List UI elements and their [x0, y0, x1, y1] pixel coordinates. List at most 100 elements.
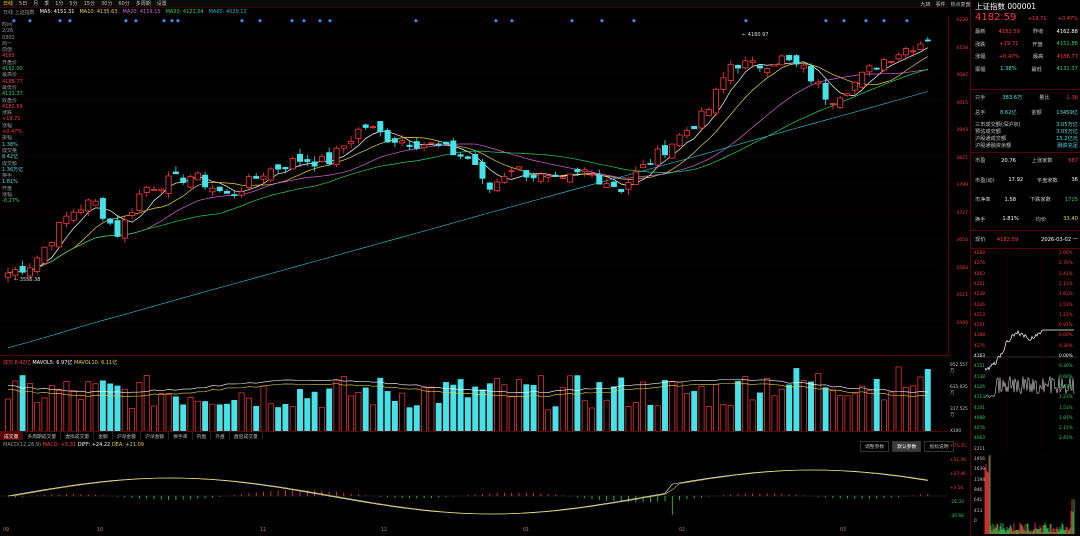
period-3[interactable]: 季	[44, 0, 49, 7]
volume-bar	[596, 382, 603, 431]
period-4[interactable]: 1分	[55, 0, 63, 7]
quote-val: 4182.59	[998, 28, 1020, 35]
quote-key2: 上涨家数	[1031, 158, 1053, 164]
mini-right-tick: 1.21%	[1059, 312, 1073, 318]
volume-bar	[574, 375, 581, 431]
indicator-tab[interactable]: 沪深金额	[113, 432, 142, 440]
candle-body	[764, 68, 771, 74]
indicator-tab[interactable]: 金额	[94, 432, 113, 440]
price-change: +19.71	[1027, 16, 1047, 22]
candle-body	[136, 193, 143, 211]
candle-body	[822, 82, 829, 100]
mini-left-tick: 4126	[974, 384, 985, 390]
period-10[interactable]: 设置	[157, 0, 167, 7]
flow-key: 沪股通融资余额	[975, 143, 1012, 149]
indicator-tab[interactable]: 换手率	[169, 432, 193, 440]
candle-body	[691, 125, 698, 130]
quote-row: 只手 383.6万 量比 1.36	[975, 92, 1078, 103]
quote-val2: 4162.88	[1056, 28, 1078, 35]
macd-btn[interactable]: 默认参数	[892, 441, 922, 452]
mini-left-tick: 4163	[974, 354, 985, 359]
candle-body	[589, 173, 596, 176]
candle-body	[413, 141, 420, 149]
volume-bar	[114, 385, 121, 431]
volume-bar	[640, 381, 647, 431]
period-9[interactable]: 多周期	[136, 0, 151, 7]
divider	[971, 230, 1080, 231]
candle-body	[187, 176, 194, 188]
volume-bar	[187, 397, 194, 431]
vol-tick: 952.557万	[950, 363, 968, 374]
macd-btn[interactable]: 调整参数	[860, 441, 890, 452]
tool-2[interactable]: 热点复盘	[951, 1, 971, 8]
volume-bar	[523, 384, 530, 431]
quote-val2: 4131.37	[1056, 66, 1078, 72]
candle-body	[56, 222, 63, 248]
candle-body	[647, 163, 654, 165]
volume-bar	[260, 385, 267, 431]
candle-body	[78, 209, 85, 213]
volume-bar	[85, 381, 92, 431]
volume-bar	[297, 389, 303, 431]
indicator-tab[interactable]: 虚拟成交量	[61, 432, 95, 440]
mini-left-tick: 4226	[974, 302, 985, 308]
volume-chart[interactable]	[0, 357, 948, 432]
period-2[interactable]: 月	[33, 0, 38, 7]
price-tick: 4087	[956, 73, 968, 78]
divider	[971, 248, 1080, 249]
macd-tick: +51.36	[950, 458, 966, 463]
mini-right-tick: 2.11%	[1059, 281, 1073, 287]
candle-body	[654, 148, 661, 166]
indicator-tab[interactable]: 内盘	[193, 432, 212, 440]
quote-key2: 最高	[1032, 54, 1044, 60]
mini-left-tick: 4101	[974, 405, 985, 411]
event-dot: ◆	[494, 18, 498, 24]
candle-body	[48, 242, 55, 247]
price-tick: 3439	[956, 320, 968, 326]
volume-bar	[859, 385, 866, 431]
candle-body	[391, 138, 398, 143]
volume-bar	[143, 374, 150, 431]
indicator-tab[interactable]: 外盘	[211, 432, 230, 440]
volume-bar	[362, 387, 369, 431]
mini-left-tick: 4176	[974, 343, 985, 349]
ma60-line	[7, 91, 928, 349]
indicator-tabs: 成交量 多周期成交量 虚拟成交量 金额 沪深金额 沪深金额 换手率 内盘 外盘 盘后成交量	[0, 432, 948, 440]
volume-bar	[165, 394, 172, 431]
candle-body	[428, 142, 435, 145]
macd-chart[interactable]	[0, 441, 948, 528]
indicator-tab[interactable]: 多周期成交量	[23, 432, 62, 440]
tool-1[interactable]: 事件	[936, 1, 946, 8]
quote-val: 20.76	[1001, 157, 1016, 164]
candle-body	[399, 140, 406, 144]
period-0[interactable]: 日线	[3, 0, 13, 7]
candle-body	[180, 177, 187, 183]
mini-left-tick: 1194	[974, 477, 985, 483]
period-5[interactable]: 5分	[69, 0, 77, 7]
flow-row: 三市成交额(深沪京) 3.05万亿	[975, 121, 1078, 128]
indicator-tab[interactable]: 盘后成交量	[230, 432, 263, 440]
period-6[interactable]: 15分	[84, 0, 95, 7]
quote-val: 4182.59	[996, 236, 1019, 243]
period-7[interactable]: 30分	[101, 0, 112, 7]
mini-right-tick: 0.60%	[1059, 333, 1073, 339]
event-dot: ◆	[162, 18, 166, 24]
volume-bar	[581, 400, 588, 431]
period-8[interactable]: 60分	[118, 0, 129, 7]
volume-bar	[851, 393, 858, 431]
mini-right-tick: 0.30%	[1059, 364, 1073, 370]
tool-0[interactable]: 九转	[920, 1, 930, 8]
indicator-tab[interactable]: 沪深金额	[141, 432, 170, 440]
kline-chart[interactable]: ← 4180.97 ← 3555.38 ◆ ◆ ◆ ◆ ◆ ◆ ◆ ◆ ◆ ◆ ◆ ◆ ◆ ◆ ◆ ◆ ◆ ◆ ◆ ◆ ◆ ◆…	[0, 16, 948, 356]
volume-bar	[384, 391, 391, 431]
volume-bar	[333, 380, 340, 431]
volume-bar	[516, 379, 522, 431]
volume-bar	[545, 409, 552, 431]
indicator-tab[interactable]: 成交量	[0, 432, 24, 440]
period-1[interactable]: 5日	[19, 0, 27, 7]
candle-body	[435, 143, 442, 146]
quote-key2: 下跌家数	[1030, 197, 1051, 203]
candle-body	[888, 60, 895, 63]
candle-body	[851, 81, 858, 91]
candle-body	[778, 55, 785, 66]
